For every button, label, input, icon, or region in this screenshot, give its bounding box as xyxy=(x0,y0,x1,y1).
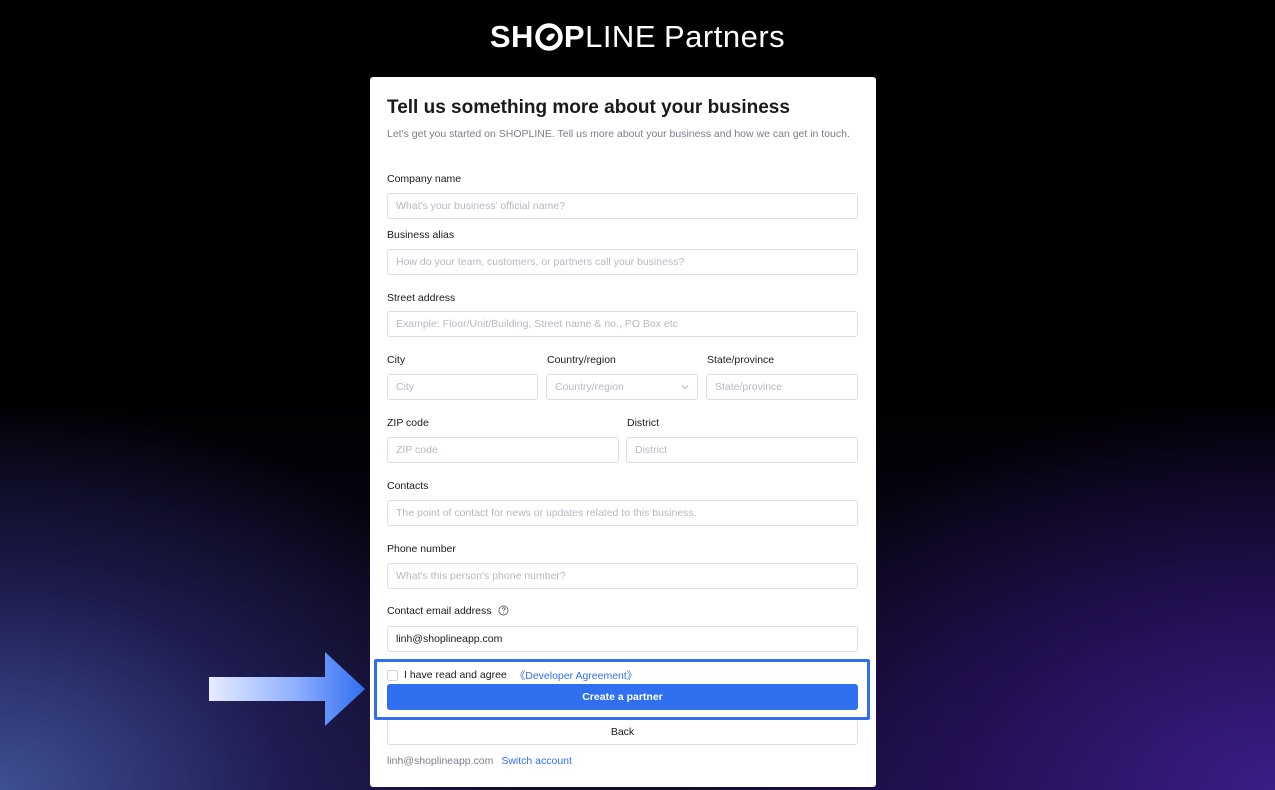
country-select[interactable]: Country/region xyxy=(546,374,698,400)
district-input[interactable]: District xyxy=(626,437,858,463)
logo-mark-icon xyxy=(535,23,563,51)
form-subtitle: Let's get you started on SHOPLINE. Tell … xyxy=(387,128,850,140)
country-label: Country/region xyxy=(547,354,616,366)
account-footer: linh@shoplineapp.com Switch account xyxy=(387,755,572,767)
agree-checkbox[interactable] xyxy=(387,669,398,681)
logo-text-part2: P xyxy=(563,19,586,54)
city-label: City xyxy=(387,354,406,366)
district-label: District xyxy=(627,417,660,429)
right-arrow-icon xyxy=(209,652,365,726)
account-email: linh@shoplineapp.com xyxy=(387,755,494,767)
city-input[interactable]: City xyxy=(387,374,538,400)
company-name-input[interactable]: What's your business' official name? xyxy=(387,193,858,219)
agreement-row: I have read and agree 《Developer Agreeme… xyxy=(387,668,637,682)
email-input[interactable]: linh@shoplineapp.com xyxy=(387,626,858,652)
chevron-down-icon xyxy=(681,385,689,390)
logo-text-part3: LINE xyxy=(585,19,656,54)
phone-label: Phone number xyxy=(387,543,456,555)
email-label-row: Contact email address xyxy=(387,605,509,617)
street-address-label: Street address xyxy=(387,292,456,304)
switch-account-link[interactable]: Switch account xyxy=(501,755,572,767)
state-input[interactable]: State/province xyxy=(706,374,858,400)
business-form-card: Tell us something more about your busine… xyxy=(370,77,876,787)
email-label: Contact email address xyxy=(387,605,492,617)
create-partner-button[interactable]: Create a partner xyxy=(387,684,858,710)
contacts-label: Contacts xyxy=(387,480,429,492)
country-select-value: Country/region xyxy=(555,381,624,393)
help-icon[interactable] xyxy=(498,605,509,616)
business-alias-input[interactable]: How do your team, customers, or partners… xyxy=(387,249,858,275)
logo-text-suffix: Partners xyxy=(664,19,786,54)
business-alias-label: Business alias xyxy=(387,229,455,241)
phone-input[interactable]: What's this person's phone number? xyxy=(387,563,858,589)
developer-agreement-link[interactable]: 《Developer Agreement》 xyxy=(515,668,638,683)
state-label: State/province xyxy=(707,354,775,366)
contacts-input[interactable]: The point of contact for news or updates… xyxy=(387,500,858,526)
form-title: Tell us something more about your busine… xyxy=(387,97,790,118)
zip-input[interactable]: ZIP code xyxy=(387,437,619,463)
agree-text: I have read and agree xyxy=(404,669,507,681)
logo-text-part1: SH xyxy=(489,19,534,54)
back-button[interactable]: Back xyxy=(387,719,858,745)
street-address-input[interactable]: Example: Floor/Unit/Building, Street nam… xyxy=(387,311,858,337)
company-name-label: Company name xyxy=(387,173,462,185)
zip-label: ZIP code xyxy=(387,417,429,429)
brand-logo: SH P LINE Partners xyxy=(0,18,1275,56)
